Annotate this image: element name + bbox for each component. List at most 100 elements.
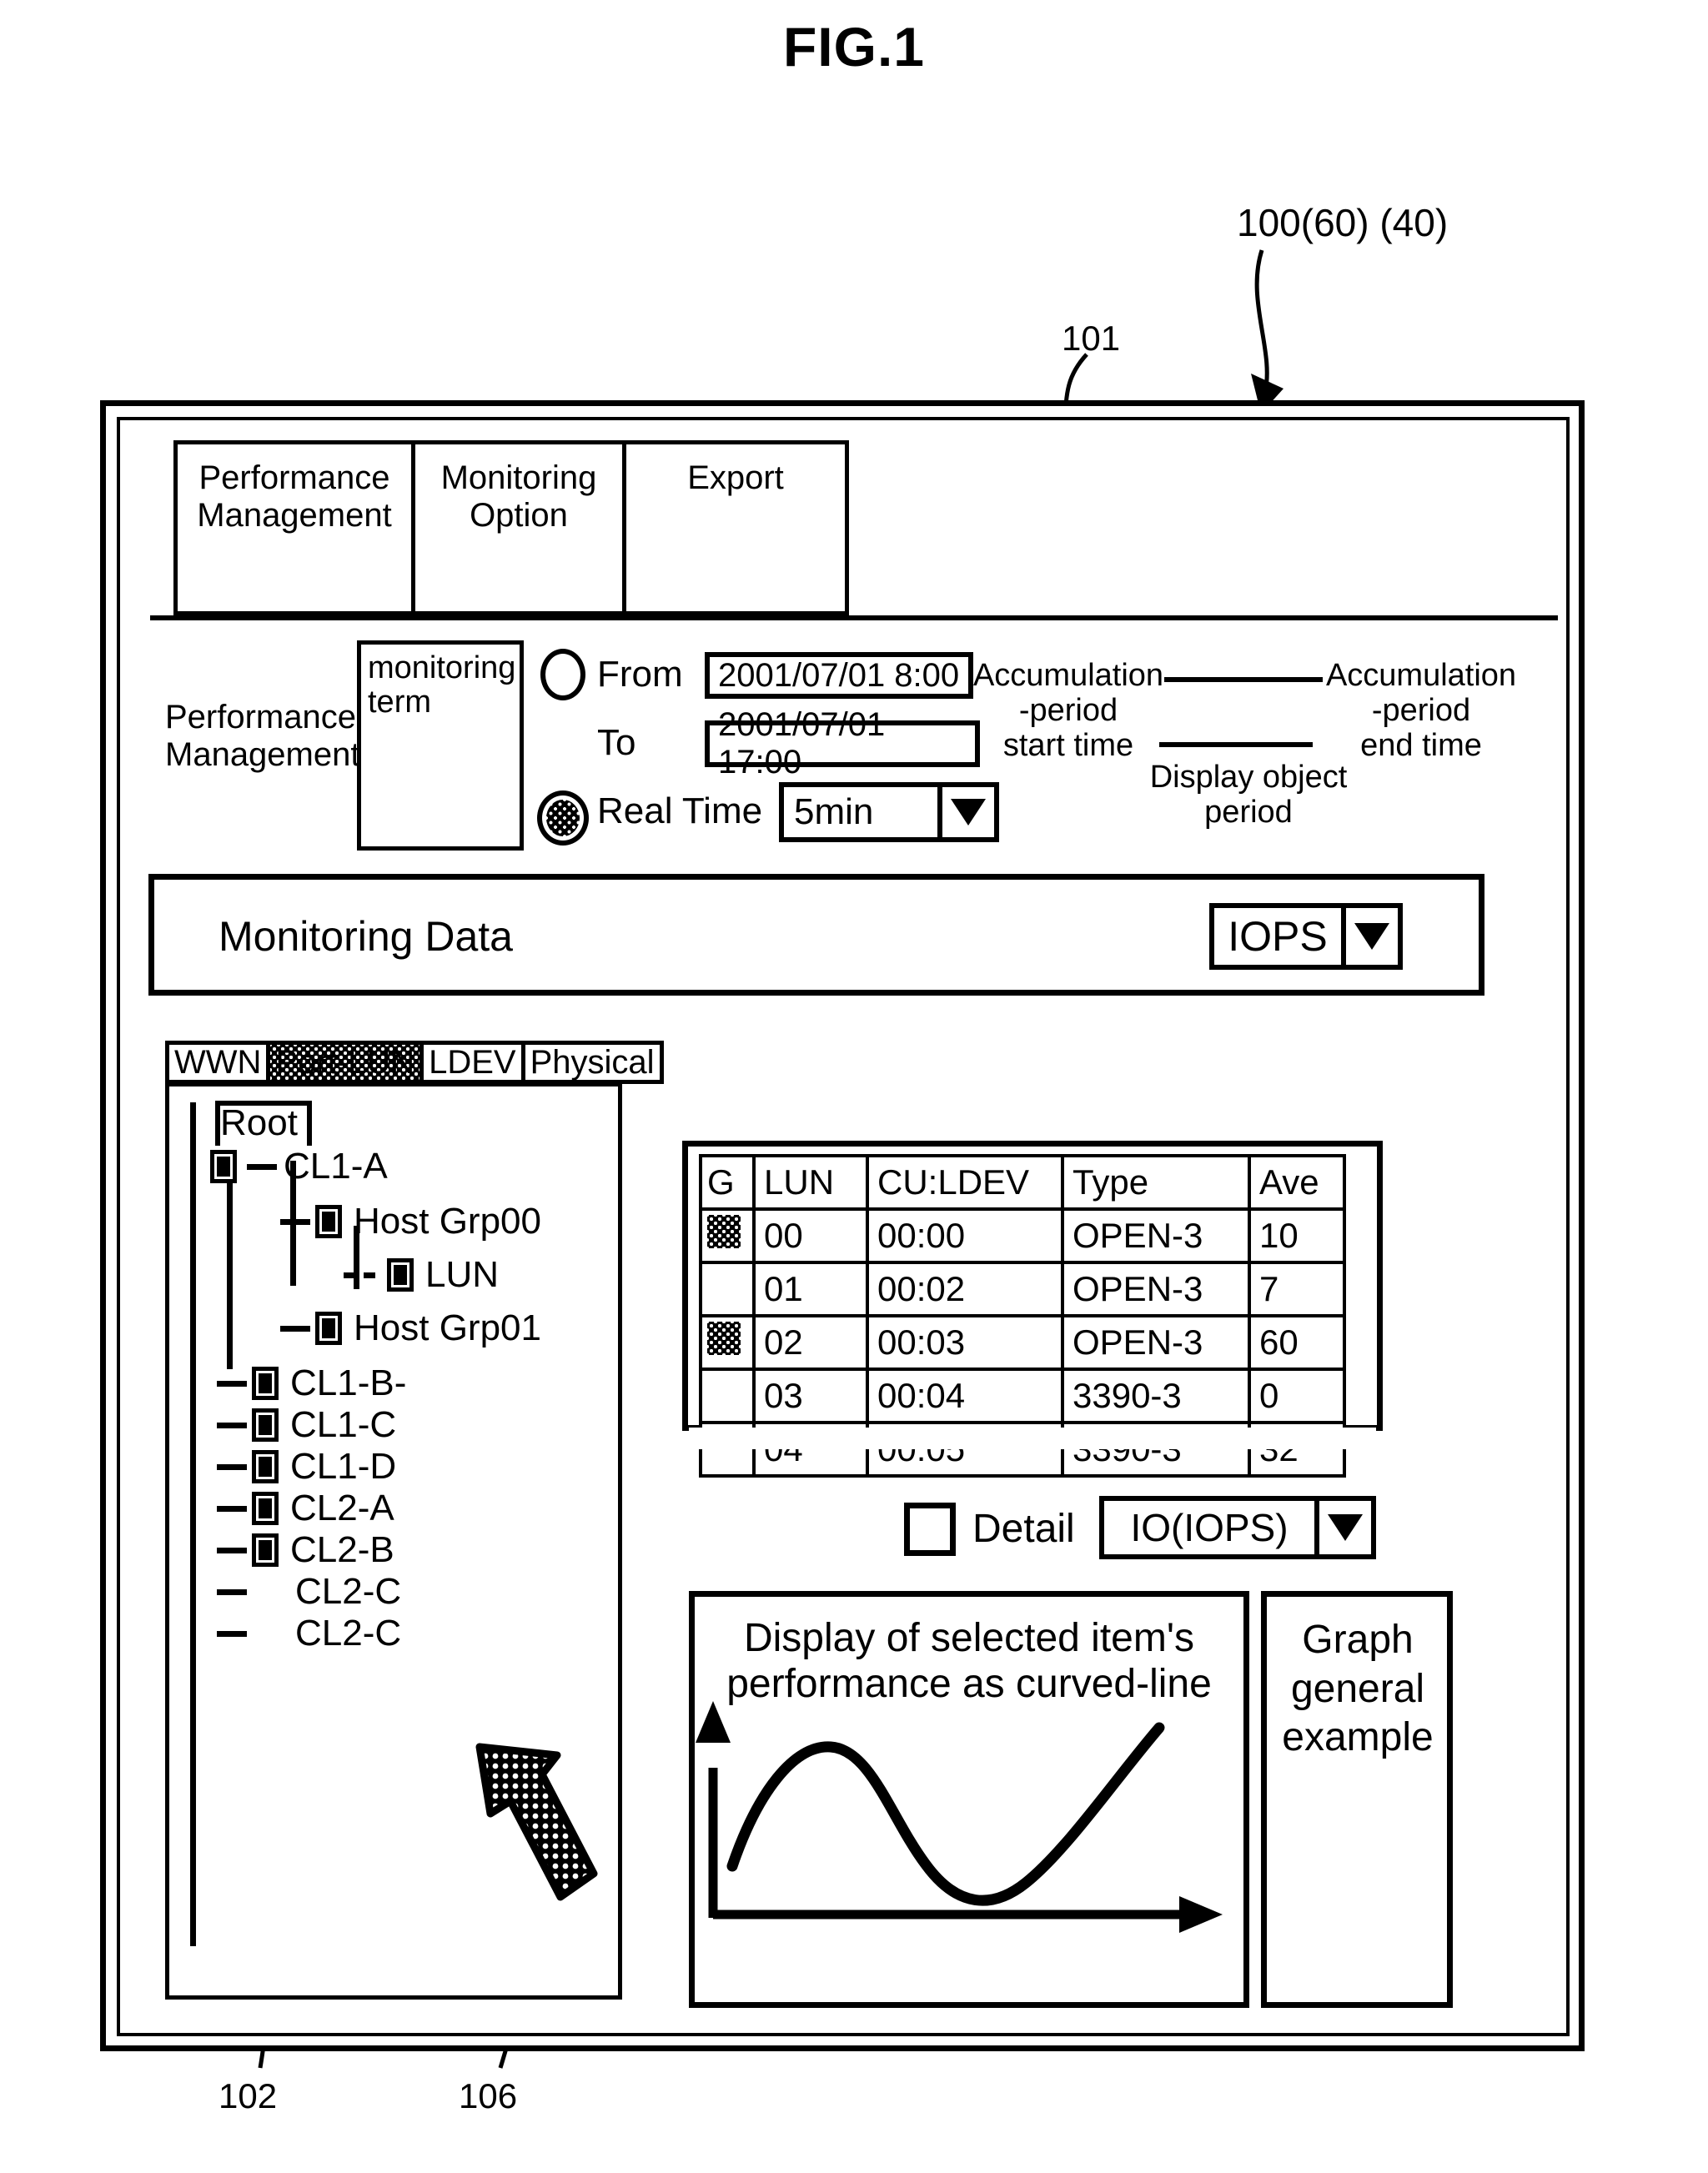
annotation-display-object-period: Display object period [1149,760,1348,830]
column-header-type: Type [1061,1154,1251,1211]
cell-ave: 60 [1248,1314,1346,1371]
tree-trunk-line [190,1102,196,1946]
chevron-down-icon[interactable] [1341,908,1398,965]
menu-bar: Performance Management Monitoring Option… [173,440,849,615]
tree-root-label: Root [220,1102,298,1143]
graph-select-cell[interactable] [699,1314,756,1371]
menu-tab-label: Monitoring Option [440,459,597,534]
tab-wwn[interactable]: WWN [165,1041,271,1084]
cell-lun: 00 [752,1207,869,1264]
cell-ave: 0 [1248,1368,1346,1424]
tree-item-cl2-c-1[interactable]: CL2-C [217,1571,401,1613]
tree-branch [217,1505,247,1512]
graph-select-cell[interactable] [699,1207,756,1264]
chevron-down-icon[interactable] [937,787,994,837]
tree-item-cl2-c-2[interactable]: CL2-C [217,1613,401,1654]
checked-box-icon [707,1215,741,1248]
chevron-down-icon[interactable] [1314,1501,1371,1554]
cell-type: OPEN-3 [1061,1314,1251,1371]
figure-title: FIG.1 [782,16,926,78]
table-scroll-clip [689,1428,1376,1449]
graph-select-cell[interactable] [699,1368,756,1424]
table-row[interactable]: 02 00:03 OPEN-3 60 [699,1314,1346,1371]
cell-culdev: 00:02 [866,1261,1064,1317]
detail-checkbox[interactable] [904,1503,956,1556]
tree-item-host-grp00[interactable]: Host Grp00 [280,1201,541,1242]
tree-item-cl2-a[interactable]: CL2-A [217,1488,394,1529]
tree-branch [217,1422,247,1428]
from-datetime-field[interactable]: 2001/07/01 8:00 [705,652,973,699]
table-row[interactable]: 01 00:02 OPEN-3 7 [699,1261,1346,1317]
monitoring-data-label: Monitoring Data [219,913,513,960]
tree-item-label: CL1-C [290,1404,397,1445]
annotation-rule-accumulation [1164,677,1323,682]
menu-tab-monitoring-option[interactable]: Monitoring Option [411,440,626,615]
detail-metric-dropdown[interactable]: IO(IOPS) [1099,1496,1376,1559]
reference-label-tree-panel: 102 [219,2076,278,2115]
tree-item-lun[interactable]: LUN [344,1254,499,1296]
column-header-lun: LUN [752,1154,869,1211]
to-datetime-field[interactable]: 2001/07/01 17:00 [705,706,980,780]
label-to: To [597,722,636,763]
tree-item-cl1-d[interactable]: CL1-D [217,1446,396,1488]
tab-label: Physical [530,1043,655,1081]
reference-label-window: 100(60) (40) [1237,201,1449,244]
tree-branch [217,1547,247,1553]
menu-tab-export[interactable]: Export [622,440,849,615]
tab-physical[interactable]: Physical [520,1041,664,1084]
monitoring-data-metric-dropdown[interactable]: IOPS [1209,903,1403,970]
tab-label: Port-LUN [275,1043,415,1081]
annotation-accumulation-period-start: Accumulation -period start time [972,658,1164,763]
table-row[interactable]: 00 00:00 OPEN-3 10 [699,1207,1346,1264]
cell-culdev: 00:03 [866,1314,1064,1371]
cell-ave: 10 [1248,1207,1346,1264]
cell-culdev: 00:04 [866,1368,1064,1424]
annotation-rule-display-period [1159,742,1313,747]
cell-type: OPEN-3 [1061,1207,1251,1264]
tab-label: WWN [174,1043,262,1081]
detail-label: Detail [972,1507,1075,1551]
tree-branch [280,1218,310,1225]
column-header-culdev: CU:LDEV [866,1154,1064,1211]
tree-item-label: CL1-D [290,1446,397,1487]
label-from: From [597,654,683,695]
reference-label-menu-bar: 101 [1062,319,1121,358]
cell-type: OPEN-3 [1061,1261,1251,1317]
tree-item-label: LUN [425,1254,500,1295]
node-icon [252,1367,279,1400]
menu-tab-performance-management[interactable]: Performance Management [173,440,415,615]
node-icon [252,1533,279,1567]
cell-culdev: 00:00 [866,1207,1064,1264]
tree-branch-dotted [344,1272,382,1278]
tab-label: LDEV [429,1043,516,1081]
node-icon [387,1258,414,1292]
tree-branch [217,1463,247,1470]
tree-item-cl1-c[interactable]: CL1-C [217,1404,396,1446]
tree-item-cl1-a[interactable]: CL1-A [210,1146,388,1187]
tree-item-label: CL1-B- [290,1363,407,1403]
graph-caption: Display of selected item's performance a… [726,1616,1212,1706]
tree-item-label: Host Grp00 [354,1201,541,1242]
tree-branch [217,1630,247,1637]
tab-ldev[interactable]: LDEV [419,1041,525,1084]
radio-monitoring-period[interactable] [540,649,585,700]
radio-real-time[interactable] [537,790,589,846]
tree-item-cl2-b[interactable]: CL2-B [217,1529,394,1571]
graph-select-cell[interactable] [699,1261,756,1317]
tree-branch [280,1325,310,1332]
realtime-interval-dropdown[interactable]: 5min [779,782,999,842]
tab-port-lun[interactable]: Port-LUN [266,1041,424,1084]
graph-legend-text: Graph general example [1282,1618,1434,1760]
column-header-g: G [699,1154,756,1211]
table-header-row: G LUN CU:LDEV Type Ave [699,1154,1346,1211]
cell-lun: 03 [752,1368,869,1424]
node-icon [252,1492,279,1525]
tree-item-cl1-b[interactable]: CL1-B- [217,1363,406,1404]
object-type-tab-strip: WWN Port-LUN LDEV Physical [165,1041,664,1084]
tree-item-label: CL2-C [295,1571,402,1612]
table-row[interactable]: 03 00:04 3390-3 0 [699,1368,1346,1424]
tree-item-host-grp01[interactable]: Host Grp01 [280,1307,541,1349]
tree-item-label: CL2-C [295,1613,402,1654]
cell-type: 3390-3 [1061,1368,1251,1424]
monitoring-data-metric-value: IOPS [1228,913,1328,960]
